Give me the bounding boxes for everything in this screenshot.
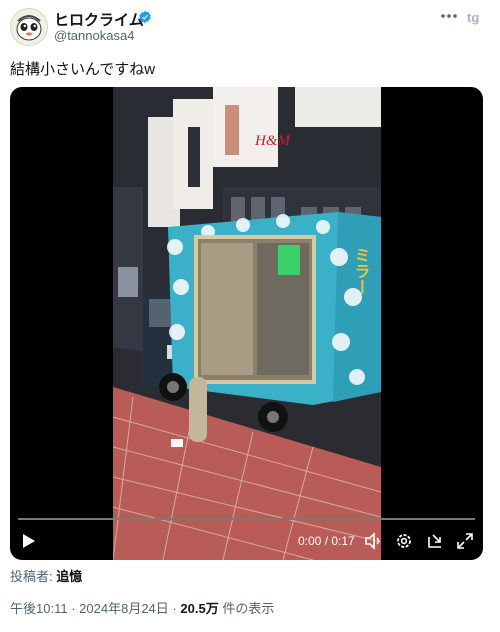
brand-logo-icon: tg xyxy=(467,10,479,25)
author-handle[interactable]: @tannokasa4 xyxy=(54,28,134,43)
meta-separator: · xyxy=(172,601,177,616)
svg-text:tg: tg xyxy=(467,10,479,25)
more-options-icon[interactable] xyxy=(440,12,458,20)
fullscreen-icon[interactable] xyxy=(455,531,475,551)
contributor-name[interactable]: 追憶 xyxy=(56,569,82,584)
post-date[interactable]: 2024年8月24日 xyxy=(79,601,169,616)
author-name[interactable]: ヒロクライム xyxy=(54,9,144,30)
video-controls: 0:00 / 0:17 xyxy=(10,527,483,557)
tweet-text: 結構小さいんですねw xyxy=(10,61,156,78)
tweet-header: ヒロクライム @tannokasa4 tg xyxy=(10,8,490,46)
view-suffix: 件の表示 xyxy=(222,601,275,616)
volume-icon[interactable] xyxy=(363,531,383,551)
contributor-label: 投稿者: xyxy=(10,569,53,584)
verified-badge-icon xyxy=(139,10,151,24)
post-time[interactable]: 午後10:11 xyxy=(10,601,68,616)
tweet-card: ヒロクライム @tannokasa4 tg 結構小さいんですねw H&M ミラー… xyxy=(0,0,500,632)
truck-sign-text: ミラー xyxy=(352,247,371,295)
pop-out-icon[interactable] xyxy=(425,531,445,551)
meta-separator: · xyxy=(71,601,76,616)
tweet-meta: 午後10:11 · 2024年8月24日 · 20.5万 件の表示 xyxy=(10,598,274,617)
video-time: 0:00 / 0:17 xyxy=(298,534,355,548)
video-progress-bar[interactable] xyxy=(18,518,475,520)
billboard-text: H&M xyxy=(254,133,292,149)
video-player[interactable]: H&M ミラー 0:00 / 0:17 xyxy=(10,87,483,560)
video-frame: H&M ミラー xyxy=(113,87,381,560)
view-count: 20.5万 xyxy=(180,601,219,616)
settings-icon[interactable] xyxy=(394,531,414,551)
avatar[interactable] xyxy=(10,8,48,46)
video-contributor: 投稿者: 追憶 xyxy=(10,566,82,585)
play-icon[interactable] xyxy=(22,533,36,549)
